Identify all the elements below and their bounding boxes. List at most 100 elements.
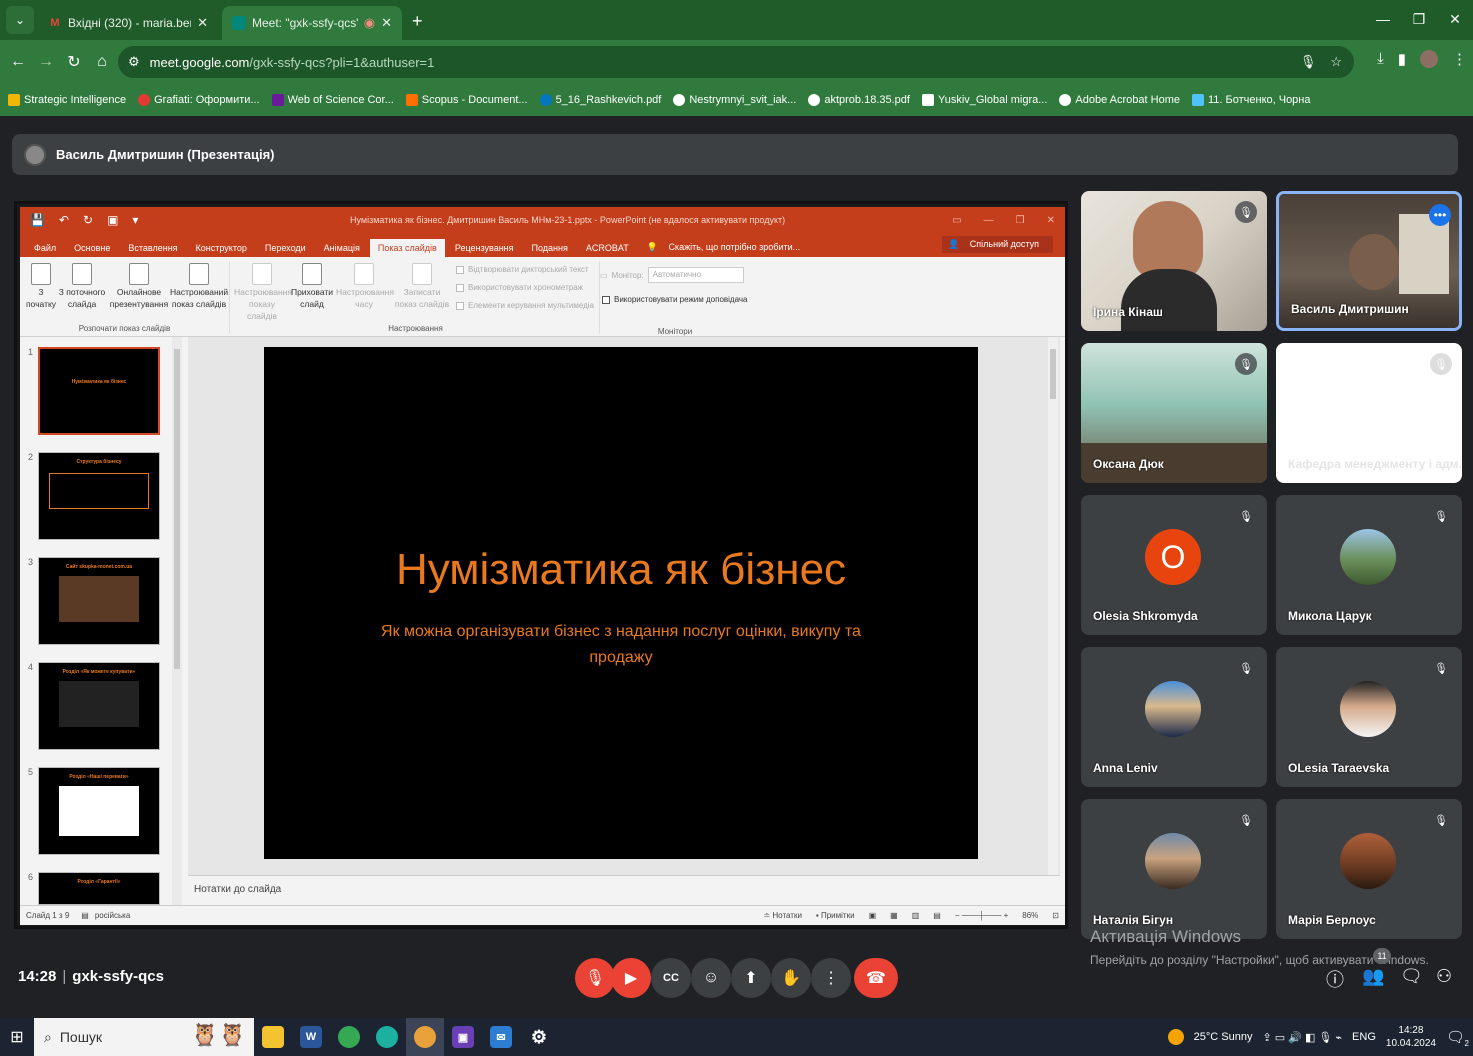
slide-subtitle[interactable]: Як можна організувати бізнес з надання п… <box>364 619 878 670</box>
participant-tile[interactable]: 🎙 Anna Leniv <box>1081 647 1267 787</box>
minimize-icon[interactable]: — <box>1365 0 1401 38</box>
tab-slideshow[interactable]: Показ слайдів <box>369 239 445 257</box>
side-panel-icon[interactable]: ▮ <box>1398 50 1406 68</box>
chat-icon[interactable]: 🗨 <box>1400 966 1423 987</box>
record-show-button[interactable]: Записати показ слайдів <box>392 263 452 311</box>
tab-acrobat[interactable]: ACROBAT <box>578 239 637 257</box>
bookmark-item[interactable]: Grafiati: Оформити... <box>138 94 260 106</box>
captions-button[interactable]: CC <box>651 958 691 998</box>
taskbar-clock[interactable]: 14:28 10.04.2024 <box>1386 1024 1436 1050</box>
participant-tile[interactable]: 🎙 OLesia Taraevska <box>1276 647 1462 787</box>
tab-file[interactable]: Файл <box>26 239 64 257</box>
bookmark-item[interactable]: aktprob.18.35.pdf <box>808 94 910 106</box>
timings-checkbox[interactable]: Використовувати хронометраж <box>456 283 583 292</box>
tab-home[interactable]: Основне <box>66 239 118 257</box>
present-icon[interactable]: ▣ <box>107 213 118 227</box>
file-explorer-app[interactable] <box>254 1018 292 1056</box>
participant-tile[interactable]: 🎙 Наталія Бігун <box>1081 799 1267 939</box>
tab-transitions[interactable]: Переходи <box>257 239 314 257</box>
setup-show-button[interactable]: Настроювання показу слайдів <box>234 263 292 323</box>
presenter-view-checkbox[interactable]: Використовувати режим доповідача <box>602 295 747 304</box>
redo-icon[interactable]: ↻ <box>83 213 93 227</box>
weather-text[interactable]: 25°C Sunny <box>1194 1031 1253 1043</box>
word-app[interactable]: W <box>292 1018 330 1056</box>
notes-toggle[interactable]: ≐ Нотатки <box>763 911 801 920</box>
zoom-level[interactable]: 86% <box>1022 911 1038 920</box>
normal-view-icon[interactable]: ▣ <box>869 911 877 920</box>
bookmark-item[interactable]: 11. Ботченко, Чорна <box>1191 94 1311 106</box>
people-icon[interactable]: 👥 <box>1362 966 1384 987</box>
windows-start-icon[interactable]: ⊞ <box>0 1027 34 1047</box>
close-icon[interactable]: ✕ <box>197 15 208 31</box>
settings-app[interactable]: ⚙ <box>520 1018 558 1056</box>
tab-insert[interactable]: Вставлення <box>120 239 185 257</box>
bookmark-item[interactable]: Web of Science Cor... <box>271 94 394 106</box>
narration-checkbox[interactable]: Відтворювати дикторський текст <box>456 265 589 274</box>
activities-icon[interactable]: ⚇ <box>1436 966 1452 987</box>
scroll-thumb[interactable] <box>1050 349 1056 399</box>
hide-slide-button[interactable]: Приховати слайд <box>290 263 334 311</box>
mail-app[interactable]: ✉ <box>482 1018 520 1056</box>
profile-avatar[interactable] <box>1420 50 1438 68</box>
comments-toggle[interactable]: ▪ Примітки <box>816 911 855 920</box>
participant-tile[interactable]: 🎙 Ірина Кінаш <box>1081 191 1267 331</box>
from-start-button[interactable]: З початку <box>24 263 58 311</box>
slideshow-view-icon[interactable]: ▤ <box>933 911 941 920</box>
media-controls-checkbox[interactable]: Елементи керування мультимедіа <box>456 301 594 310</box>
participant-tile[interactable]: 🎙 Оксана Дюк <box>1081 343 1267 483</box>
site-info-icon[interactable]: ⚙ <box>128 54 140 70</box>
monitor-value[interactable]: Автоматично <box>647 267 744 283</box>
bookmark-item[interactable]: Scopus - Document... <box>405 94 528 106</box>
bookmark-item[interactable]: 5_16_Rashkevich.pdf <box>539 94 661 106</box>
scroll-thumb[interactable] <box>174 349 180 669</box>
bookmark-item[interactable]: Nestrymnyi_svit_iak... <box>673 94 796 106</box>
minimize-icon[interactable]: — <box>984 215 994 226</box>
slide-thumbnail[interactable]: Розділ «Як можете купувати» <box>38 662 160 750</box>
slide-thumbnail[interactable]: Сайт skupka-monet.com.ua <box>38 557 160 645</box>
fit-window-icon[interactable]: ⊡ <box>1052 911 1059 920</box>
close-icon[interactable]: ✕ <box>381 15 392 31</box>
slide-scrollbar[interactable] <box>1048 337 1058 875</box>
tab-search-button[interactable]: ⌄ <box>6 6 34 34</box>
participant-tile[interactable]: 🎙 Кафедра менеджменту і адм... <box>1276 343 1462 483</box>
bookmark-star-icon[interactable]: ☆ <box>1330 54 1342 70</box>
more-options-button[interactable]: ⋮ <box>811 958 851 998</box>
more-options-icon[interactable]: ••• <box>1429 204 1451 226</box>
raise-hand-button[interactable]: ✋ <box>771 958 811 998</box>
notifications-icon[interactable]: 🗨 2 <box>1446 1028 1469 1048</box>
slide-thumbnail[interactable]: Розділ «Наші переваги» <box>38 767 160 855</box>
tab-design[interactable]: Конструктор <box>188 239 255 257</box>
edge-app[interactable] <box>368 1018 406 1056</box>
present-button[interactable]: ⬆ <box>731 958 771 998</box>
customize-icon[interactable]: ▾ <box>132 213 138 227</box>
download-icon[interactable]: ⤓ <box>1377 50 1384 68</box>
new-tab-button[interactable]: + <box>412 11 423 32</box>
save-app[interactable]: ▣ <box>444 1018 482 1056</box>
chrome-profile-app[interactable] <box>406 1018 444 1056</box>
menu-icon[interactable]: ⋮ <box>1452 50 1467 68</box>
url-field[interactable]: ⚙ meet.google.com /gxk-ssfy-qcs?pli=1&au… <box>118 46 1354 78</box>
chrome-app[interactable] <box>330 1018 368 1056</box>
participant-tile[interactable]: O 🎙 Olesia Shkromyda <box>1081 495 1267 635</box>
zoom-slider[interactable]: − ───┼─── + <box>955 911 1008 920</box>
monitor-select[interactable]: ▭ Монітор: Автоматично <box>600 267 744 283</box>
microphone-icon[interactable]: 🎙 <box>1300 54 1317 70</box>
notes-pane[interactable]: Нотатки до слайда <box>188 875 1060 905</box>
tab-animations[interactable]: Анімація <box>316 239 368 257</box>
current-slide[interactable]: Нумізматика як бізнес Як можна організув… <box>264 347 978 859</box>
slide-thumbnail[interactable]: Нумізматика як бізнес <box>38 347 160 435</box>
slide-title[interactable]: Нумізматика як бізнес <box>264 545 978 595</box>
ribbon-display-icon[interactable]: ▭ <box>952 215 961 226</box>
bookmark-item[interactable]: Strategic Intelligence <box>8 94 126 106</box>
leave-call-button[interactable]: ☎ <box>854 958 898 998</box>
tray-icons[interactable]: ⇪ ▭ 🔊 ◧ 🎙 ⌁ <box>1262 1031 1342 1044</box>
reactions-button[interactable]: ☺ <box>691 958 731 998</box>
close-icon[interactable]: ✕ <box>1047 215 1055 226</box>
present-online-button[interactable]: Онлайнове презентування <box>108 263 170 311</box>
restore-icon[interactable]: ❐ <box>1016 215 1025 226</box>
tab-gmail[interactable]: M Вхідні (320) - maria.berlous@n ✕ <box>38 6 218 40</box>
meeting-details-icon[interactable]: ⓘ <box>1326 966 1344 992</box>
save-icon[interactable]: 💾 <box>30 213 45 227</box>
share-button[interactable]: 👤 Спільний доступ <box>942 236 1053 253</box>
participant-tile[interactable]: ••• Василь Дмитришин <box>1276 191 1462 331</box>
